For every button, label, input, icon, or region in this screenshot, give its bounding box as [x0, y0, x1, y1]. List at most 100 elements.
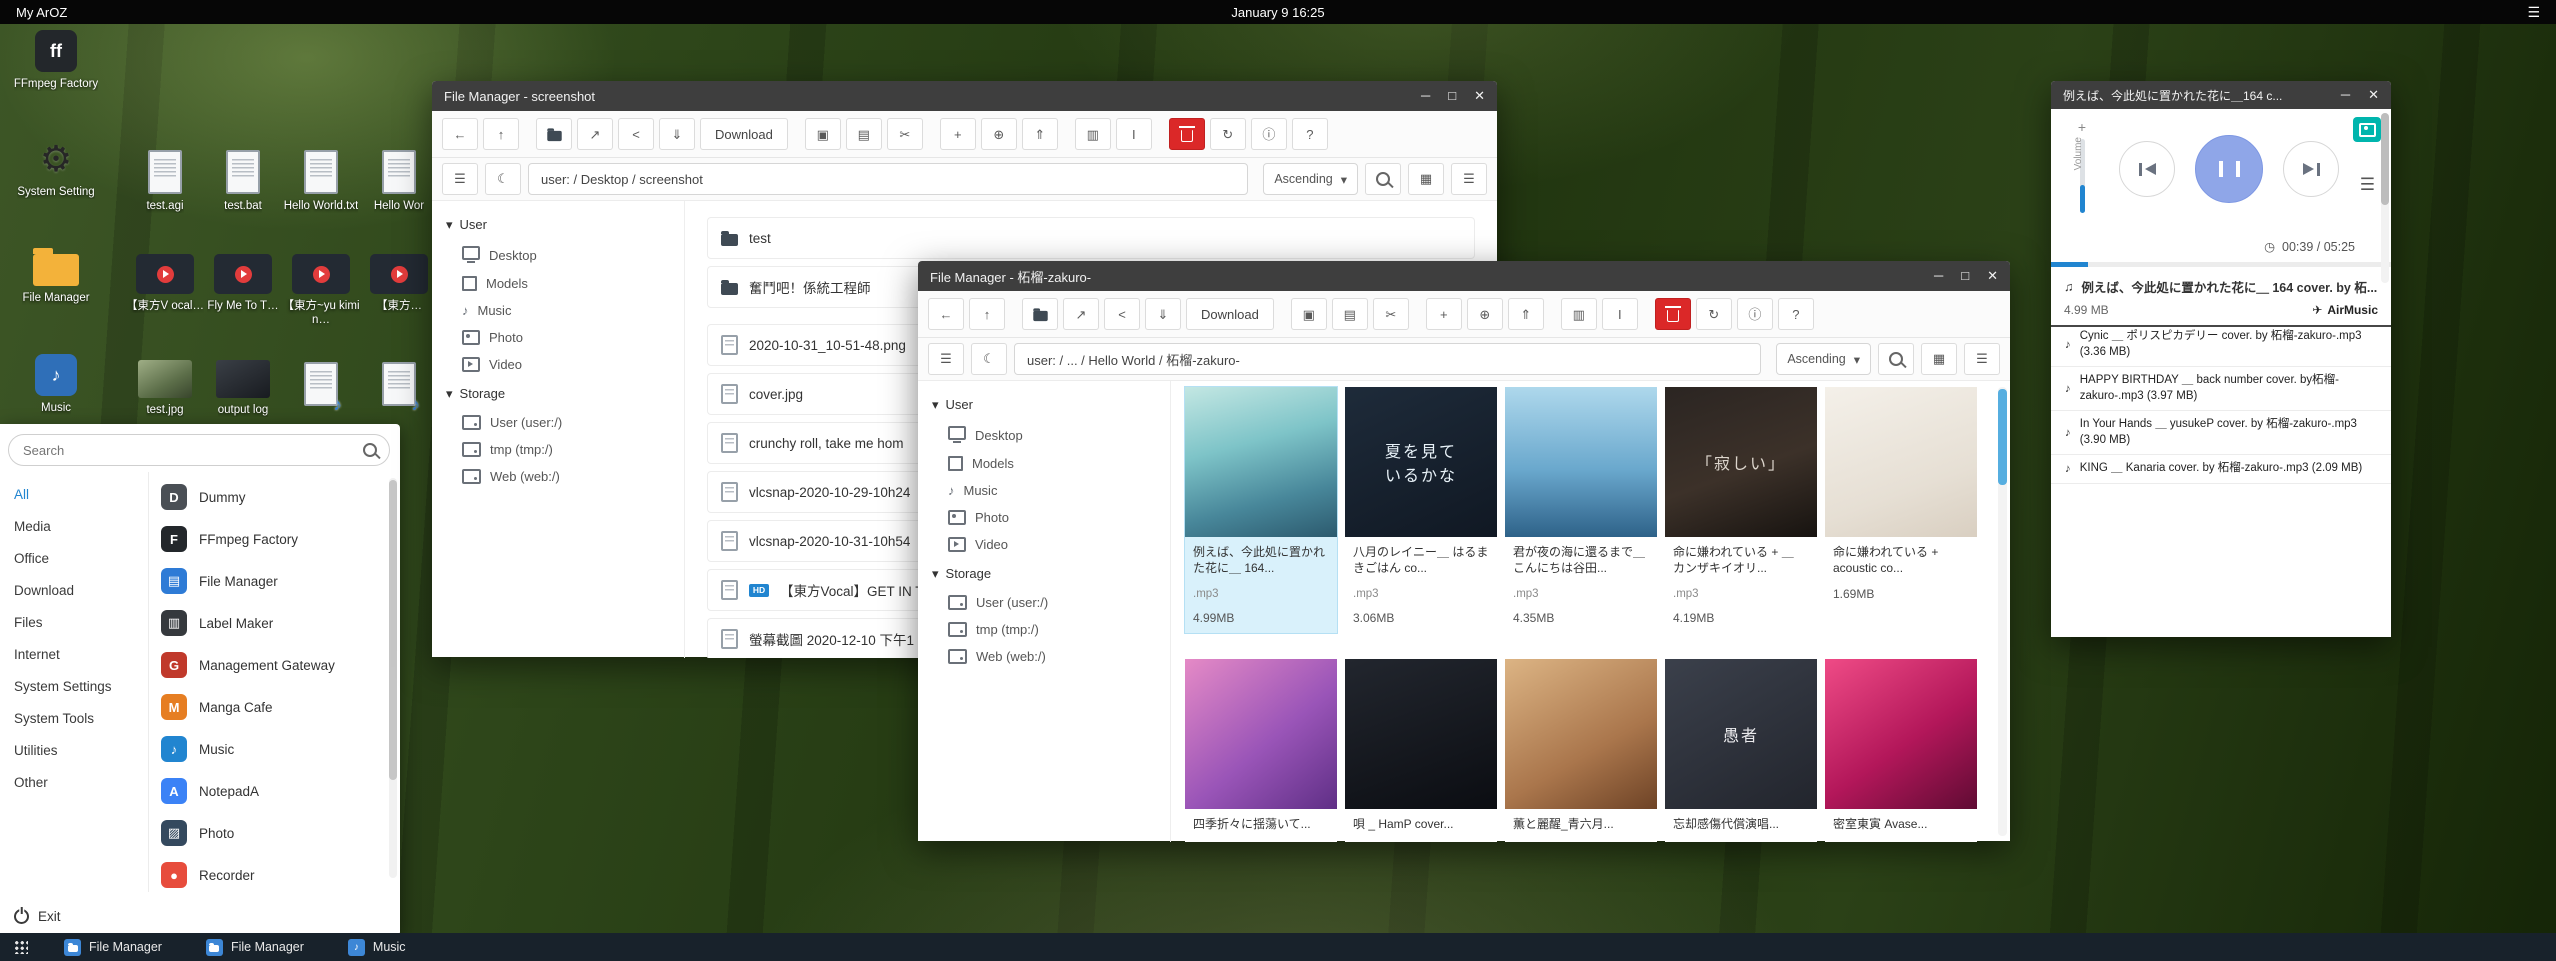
open-button[interactable]	[1022, 298, 1058, 330]
desktop-file-icon[interactable]: test.agi	[126, 148, 204, 254]
media-tile[interactable]: 唄 _ HamP cover...	[1345, 659, 1497, 842]
sidebar-storage-item[interactable]: User (user:/)	[918, 589, 1170, 616]
open-button[interactable]	[536, 118, 572, 150]
back-button[interactable]: ←	[442, 118, 478, 150]
category-system-tools[interactable]: System Tools	[0, 702, 148, 734]
category-office[interactable]: Office	[0, 542, 148, 574]
delete-button[interactable]	[1655, 298, 1691, 330]
new-file-button[interactable]: +	[1426, 298, 1462, 330]
list-view-button[interactable]: ☰	[1451, 163, 1487, 195]
info-button[interactable]: ⓘ	[1251, 118, 1287, 150]
sidebar-item-photo[interactable]: Photo	[918, 504, 1170, 531]
sidebar-storage-item[interactable]: tmp (tmp:/)	[432, 436, 684, 463]
launcher-app-recorder[interactable]: ●Recorder	[149, 854, 400, 892]
rename-button[interactable]: I	[1116, 118, 1152, 150]
playlist-toggle-button[interactable]: ☰	[2360, 175, 2375, 195]
desktop-icon-ffmpeg-factory[interactable]: ffFFmpeg Factory	[10, 30, 102, 138]
sidebar-item-music[interactable]: ♪Music	[432, 297, 684, 324]
sidebar-item-models[interactable]: Models	[918, 450, 1170, 477]
cut-button[interactable]: ✂	[1373, 298, 1409, 330]
new-folder-button[interactable]: ⊕	[1467, 298, 1503, 330]
titlebar[interactable]: File Manager - screenshot ─ □ ✕	[432, 81, 1497, 111]
desktop-file-icon[interactable]: Fly Me To T…	[204, 254, 282, 360]
sidebar-item-video[interactable]: Video	[432, 351, 684, 378]
category-download[interactable]: Download	[0, 574, 148, 606]
launcher-search[interactable]	[8, 434, 390, 466]
maximize-icon[interactable]: □	[1961, 268, 1969, 284]
close-icon[interactable]: ✕	[1474, 88, 1485, 104]
playlist-item[interactable]: ♪KING ＿ Kanaria cover. by 柘榴-zakuro-.mp3…	[2051, 455, 2391, 484]
scrollbar-thumb[interactable]	[1998, 389, 2007, 485]
topbar-menu-icon[interactable]: ☰	[2527, 4, 2540, 21]
taskbar-item-music[interactable]: ♪Music	[326, 933, 428, 961]
download-icon-button[interactable]: ⇓	[1145, 298, 1181, 330]
media-tile[interactable]: 君が夜の海に還るまで＿ こんにちは谷田....mp34.35MB	[1505, 387, 1657, 633]
volume-up-icon[interactable]: +	[2065, 119, 2099, 135]
media-tile[interactable]: 薫と麗醒_青六月...	[1505, 659, 1657, 842]
playlist-item[interactable]: ♪In Your Hands ＿ yusukeP cover. by 柘榴-za…	[2051, 411, 2391, 455]
sidebar-item-photo[interactable]: Photo	[432, 324, 684, 351]
sidebar-item-models[interactable]: Models	[432, 270, 684, 297]
media-tile[interactable]: 密室東寅 Avase...	[1825, 659, 1977, 842]
launcher-app-music[interactable]: ♪Music	[149, 728, 400, 770]
taskbar-item-file-manager[interactable]: File Manager	[42, 933, 184, 961]
list-view-button[interactable]: ☰	[1964, 343, 2000, 375]
address-input[interactable]: user: / Desktop / screenshot	[528, 163, 1248, 195]
sort-select[interactable]: Ascending ▾	[1263, 163, 1358, 195]
launcher-app-manga-cafe[interactable]: MManga Cafe	[149, 686, 400, 728]
properties-button[interactable]: ▥	[1561, 298, 1597, 330]
volume-level[interactable]	[2080, 185, 2085, 213]
desktop-file-icon[interactable]: 【東方…	[360, 254, 438, 360]
category-utilities[interactable]: Utilities	[0, 734, 148, 766]
playlist-scrollbar[interactable]	[2381, 113, 2389, 283]
theme-toggle-button[interactable]: ☾	[485, 163, 521, 195]
info-button[interactable]: ⓘ	[1737, 298, 1773, 330]
file-row[interactable]: test	[707, 217, 1475, 259]
category-files[interactable]: Files	[0, 606, 148, 638]
new-file-button[interactable]: +	[940, 118, 976, 150]
desktop-file-icon[interactable]: 【東方~yu kimin…	[282, 254, 360, 360]
airmusic-badge[interactable]: ✈ AirMusic	[2312, 303, 2378, 317]
launcher-app-management-gateway[interactable]: GManagement Gateway	[149, 644, 400, 686]
upload-button[interactable]: ⇑	[1508, 298, 1544, 330]
share-button[interactable]: <	[1104, 298, 1140, 330]
sidebar-item-music[interactable]: ♪Music	[918, 477, 1170, 504]
media-tile[interactable]: 命に嫌われている + acoustic co...1.69MB	[1825, 387, 1977, 633]
sort-select[interactable]: Ascending ▾	[1776, 343, 1871, 375]
sidebar-item-video[interactable]: Video	[918, 531, 1170, 558]
app-grid-button[interactable]	[0, 933, 42, 961]
launcher-app-file-manager[interactable]: ▤File Manager	[149, 560, 400, 602]
open-external-button[interactable]: ↗	[1063, 298, 1099, 330]
upload-button[interactable]: ⇑	[1022, 118, 1058, 150]
launcher-app-dummy[interactable]: DDummy	[149, 476, 400, 518]
playlist-item[interactable]: ♪Cynic ＿ ポリスピカデリー cover. by 柘榴-zakuro-.m…	[2051, 323, 2391, 367]
sidebar-storage-item[interactable]: Web (web:/)	[918, 643, 1170, 670]
share-button[interactable]: <	[618, 118, 654, 150]
cast-button[interactable]	[2353, 117, 2381, 142]
taskbar-item-file-manager[interactable]: File Manager	[184, 933, 326, 961]
brand-label[interactable]: My ArOZ	[16, 5, 67, 20]
maximize-icon[interactable]: □	[1448, 88, 1456, 104]
sidebar-item-desktop[interactable]: Desktop	[432, 240, 684, 270]
exit-button[interactable]: Exit	[0, 896, 61, 936]
search-button[interactable]	[1878, 343, 1914, 375]
minimize-icon[interactable]: ─	[1934, 268, 1943, 284]
media-tile[interactable]: 四季折々に揺蕩いて...	[1185, 659, 1337, 842]
cut-button[interactable]: ✂	[887, 118, 923, 150]
minimize-icon[interactable]: ─	[2341, 87, 2350, 103]
address-input[interactable]: user: / ... / Hello World / 柘榴-zakuro-	[1014, 343, 1761, 375]
launcher-app-notepada[interactable]: ANotepadA	[149, 770, 400, 812]
copy-button[interactable]: ▣	[805, 118, 841, 150]
category-system-settings[interactable]: System Settings	[0, 670, 148, 702]
sidebar-storage-item[interactable]: User (user:/)	[432, 409, 684, 436]
open-external-button[interactable]: ↗	[577, 118, 613, 150]
desktop-file-icon[interactable]: test.bat	[204, 148, 282, 254]
sidebar-storage-item[interactable]: Web (web:/)	[432, 463, 684, 490]
help-button[interactable]: ?	[1778, 298, 1814, 330]
desktop-icon-file-manager[interactable]: File Manager	[10, 246, 102, 354]
category-all[interactable]: All	[0, 478, 148, 510]
search-input[interactable]	[21, 442, 355, 459]
download-button[interactable]: Download	[700, 118, 788, 150]
refresh-button[interactable]: ↻	[1210, 118, 1246, 150]
desktop-file-icon[interactable]: Hello Wor	[360, 148, 438, 254]
